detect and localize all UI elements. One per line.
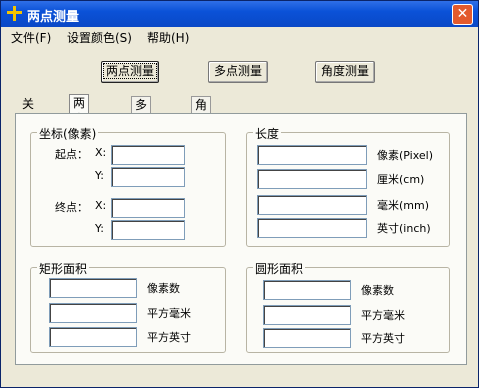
end-x-field[interactable] bbox=[111, 198, 185, 218]
tab-angle[interactable]: 角度测量 bbox=[191, 96, 212, 160]
rect-sqmm-label: 平方毫米 bbox=[147, 307, 191, 320]
circle-pixels-label: 像素数 bbox=[361, 284, 394, 297]
length-mm-field[interactable] bbox=[257, 195, 367, 215]
length-mm-label: 毫米(mm) bbox=[377, 199, 430, 212]
circle-pixels-field[interactable] bbox=[263, 280, 351, 300]
circle-sqinch-label: 平方英寸 bbox=[361, 332, 405, 345]
menu-help[interactable]: 帮助(H) bbox=[147, 29, 189, 46]
tab-panel: 坐标(像素) 起点： X: Y: 终点： X: Y: 长度 像素(Pixel) … bbox=[15, 113, 467, 365]
start-y-label: Y: bbox=[95, 169, 104, 182]
tab-about[interactable]: 关于 bbox=[19, 96, 37, 127]
length-group-title: 长度 bbox=[253, 125, 282, 142]
length-cm-field[interactable] bbox=[257, 169, 367, 189]
end-y-label: Y: bbox=[95, 222, 104, 235]
end-point-label: 终点： bbox=[55, 201, 88, 214]
app-window: 两点测量 ✕ 文件(F) 设置颜色(S) 帮助(H) 两点测量 多点测量 角度测… bbox=[0, 0, 479, 388]
coord-group: 坐标(像素) 起点： X: Y: 终点： X: Y: bbox=[30, 125, 226, 247]
two-point-button-label: 两点测量 bbox=[102, 63, 157, 79]
circle-sqinch-field[interactable] bbox=[263, 328, 351, 348]
title-bar: 两点测量 ✕ bbox=[1, 1, 478, 27]
angle-button-label: 角度测量 bbox=[320, 64, 369, 78]
length-group: 长度 像素(Pixel) 厘米(cm) 毫米(mm) 英寸(inch) bbox=[246, 125, 450, 247]
two-point-button[interactable]: 两点测量 bbox=[101, 61, 159, 83]
menu-file[interactable]: 文件(F) bbox=[11, 29, 51, 46]
length-cm-label: 厘米(cm) bbox=[377, 173, 425, 186]
rect-sqinch-label: 平方英寸 bbox=[147, 331, 191, 344]
length-inch-label: 英寸(inch) bbox=[377, 222, 431, 235]
window-title: 两点测量 bbox=[27, 10, 80, 25]
circle-area-group-title: 圆形面积 bbox=[253, 260, 306, 277]
rect-area-group: 矩形面积 像素数 平方毫米 平方英寸 bbox=[30, 260, 226, 353]
start-point-label: 起点： bbox=[55, 148, 88, 161]
multi-point-button[interactable]: 多点测量 bbox=[208, 61, 268, 83]
start-x-label: X: bbox=[95, 146, 107, 159]
length-pixel-label: 像素(Pixel) bbox=[377, 149, 434, 162]
length-inch-field[interactable] bbox=[257, 218, 367, 238]
tab-two-point[interactable]: 两点测量 bbox=[69, 94, 90, 158]
close-icon: ✕ bbox=[456, 6, 469, 22]
rect-sqmm-field[interactable] bbox=[49, 303, 137, 323]
circle-sqmm-label: 平方毫米 bbox=[361, 309, 405, 322]
close-button[interactable]: ✕ bbox=[452, 4, 473, 25]
start-y-field[interactable] bbox=[111, 167, 185, 187]
rect-sqinch-field[interactable] bbox=[49, 327, 137, 347]
multi-point-button-label: 多点测量 bbox=[213, 64, 262, 78]
end-y-field[interactable] bbox=[111, 220, 185, 240]
end-x-label: X: bbox=[95, 199, 107, 212]
angle-button[interactable]: 角度测量 bbox=[315, 61, 375, 83]
length-pixel-field[interactable] bbox=[257, 145, 367, 165]
rect-pixels-field[interactable] bbox=[49, 278, 137, 298]
coord-group-title: 坐标(像素) bbox=[37, 125, 99, 142]
start-x-field[interactable] bbox=[111, 145, 185, 165]
circle-sqmm-field[interactable] bbox=[263, 305, 351, 325]
rect-pixels-label: 像素数 bbox=[147, 282, 180, 295]
circle-area-group: 圆形面积 像素数 平方毫米 平方英寸 bbox=[246, 260, 450, 353]
menu-bar: 文件(F) 设置颜色(S) 帮助(H) bbox=[1, 27, 478, 45]
menu-set-color[interactable]: 设置颜色(S) bbox=[67, 29, 132, 46]
tab-multi-point[interactable]: 多点测量 bbox=[131, 96, 152, 160]
crosshair-icon bbox=[7, 6, 22, 21]
rect-area-group-title: 矩形面积 bbox=[37, 260, 90, 277]
